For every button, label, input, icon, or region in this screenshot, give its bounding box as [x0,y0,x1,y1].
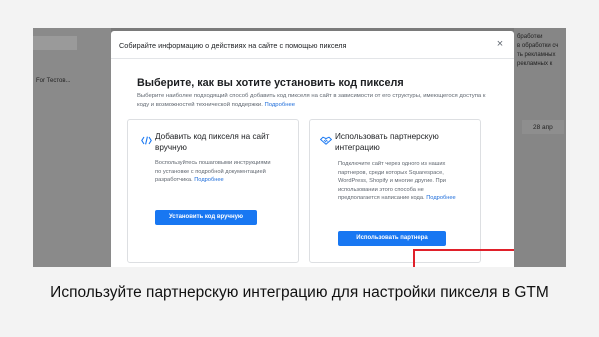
red-highlight-box [413,249,514,267]
pixel-setup-dialog: Собирайте информацию о действиях на сайт… [111,31,514,267]
close-icon[interactable]: × [494,38,506,50]
background-right-line: рекламных к [517,61,553,67]
caption: Используйте партнерскую интеграцию для н… [50,284,549,301]
dialog-header: Собирайте информацию о действиях на сайт… [111,31,514,59]
handshake-icon [319,132,333,150]
background-left-panel [33,28,111,267]
background-left-label: For Тестов... [36,78,71,84]
description-text: Выберите наиболее подходящий способ доба… [137,93,486,108]
partner-learn-more-link[interactable]: Подробнее [426,195,456,201]
background-right-line: в обработки сч [517,43,559,49]
section-description: Выберите наиболее подходящий способ доба… [137,92,497,110]
partner-card-text: Подключите сайт через одного из наших па… [338,160,463,203]
install-manually-button[interactable]: Установить код вручную [155,210,257,225]
manual-card-text: Воспользуйтесь пошаговыми инструкциями п… [155,159,275,185]
screenshot-area: For Тестов... бработки в обработки сч ть… [33,28,566,267]
background-right-line: ть рекламных [517,52,556,58]
manual-install-card[interactable]: Добавить код пикселя на сайт вручную Вос… [127,119,299,263]
manual-card-title: Добавить код пикселя на сайт вручную [155,132,270,152]
partner-integration-card[interactable]: Использовать партнерскую интеграцию Подк… [309,119,481,263]
background-date-label: 28 апр [533,124,553,131]
partner-card-title: Использовать партнерскую интеграцию [335,132,439,152]
manual-learn-more-link[interactable]: Подробнее [194,177,224,183]
background-search-box [33,36,77,50]
code-icon [141,132,152,150]
section-heading: Выберите, как вы хотите установить код п… [137,77,404,89]
use-partner-button[interactable]: Использовать партнера [338,231,446,246]
learn-more-link[interactable]: Подробнее [264,102,295,108]
dialog-title: Собирайте информацию о действиях на сайт… [119,41,347,50]
background-right-line: бработки [517,34,543,40]
